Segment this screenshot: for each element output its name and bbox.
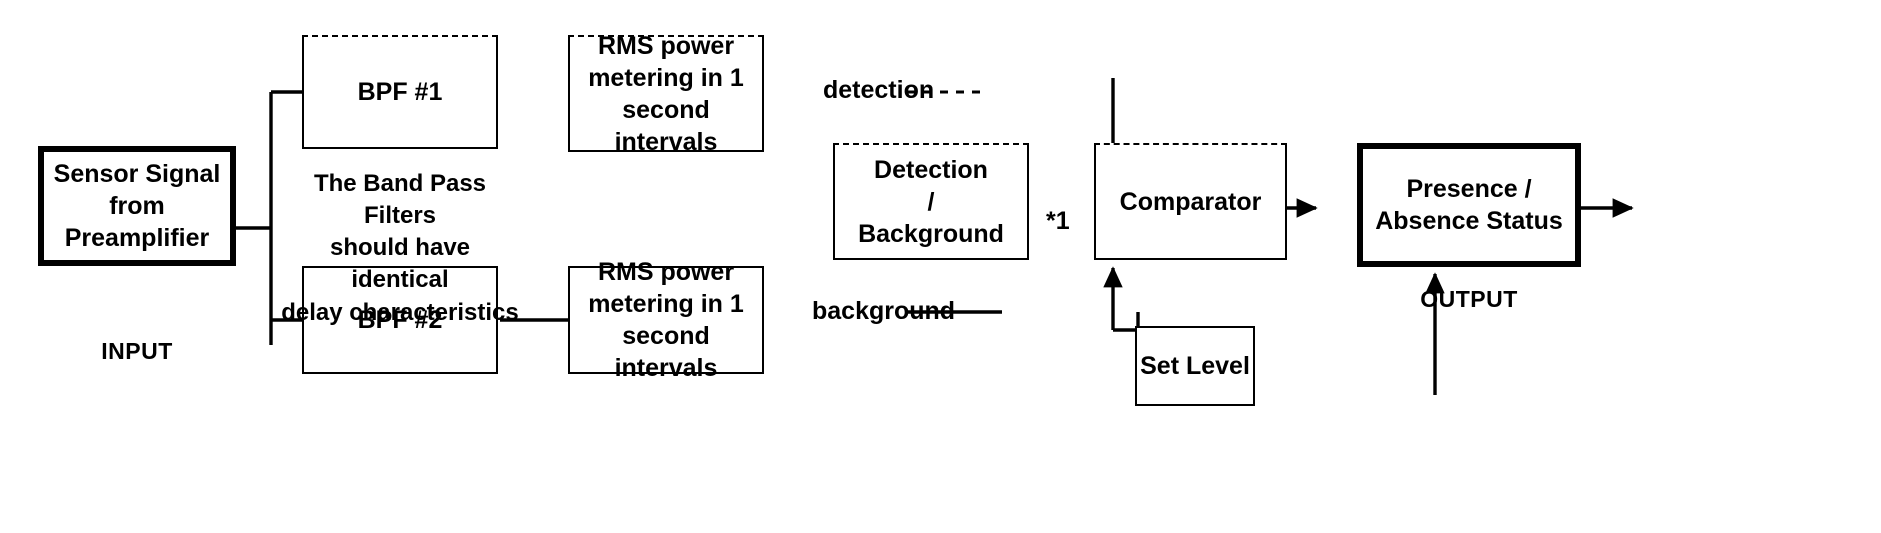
block-set-level-label: Set Level (1140, 352, 1250, 380)
wire-input-to-split (236, 92, 273, 345)
note-line-3: delay characteristics (281, 298, 519, 326)
note-band-pass-filters: The Band Pass Filters should have identic… (278, 168, 522, 329)
caption-input: INPUT (101, 338, 173, 364)
block-input-label: Sensor Signal from Preamplifier (53, 160, 221, 252)
block-comparator-label: Comparator (1119, 187, 1262, 216)
block-comparator[interactable]: Comparator (1094, 143, 1287, 260)
block-rms-power-1-label: RMS power metering in 1 second intervals (588, 31, 744, 156)
block-rms-power-2-label: RMS power metering in 1 second intervals (588, 258, 744, 382)
block-detection-background[interactable]: Detection / Background (833, 143, 1029, 260)
caption-output: OUTPUT (1420, 286, 1518, 312)
block-output-label: Presence / Absence Status (1375, 175, 1563, 235)
block-bpf-1[interactable]: BPF #1 (302, 35, 498, 149)
block-output-presence-absence[interactable]: Presence / Absence Status (1357, 143, 1581, 267)
block-detection-background-label: Detection / Background (858, 155, 1004, 248)
edge-label-detection: detection (823, 76, 935, 104)
label-reference-asterisk-1: *1 (1046, 207, 1070, 235)
edge-label-background: background (812, 297, 956, 325)
block-bpf-1-label: BPF #1 (357, 78, 443, 106)
note-line-1: The Band Pass Filters (313, 170, 487, 230)
block-input-sensor-signal[interactable]: Sensor Signal from Preamplifier (38, 146, 236, 266)
note-line-2: should have identical (329, 234, 471, 294)
block-rms-power-2[interactable]: RMS power metering in 1 second intervals (568, 258, 764, 382)
block-rms-power-1[interactable]: RMS power metering in 1 second intervals (568, 32, 764, 156)
block-diagram-canvas: Sensor Signal from Preamplifier INPUT BPF… (0, 0, 1881, 533)
block-set-level[interactable]: Set Level (1135, 326, 1255, 406)
